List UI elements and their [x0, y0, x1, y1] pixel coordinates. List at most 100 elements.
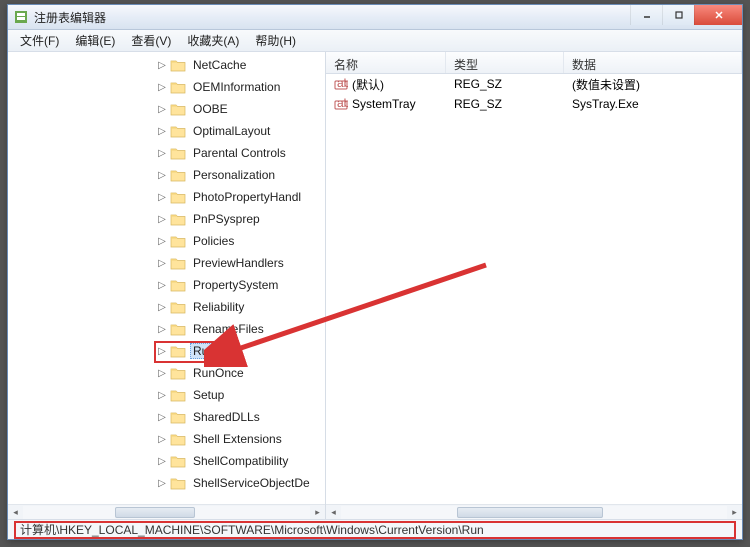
- folder-icon: [170, 300, 186, 314]
- tree-item-netcache[interactable]: ▷ NetCache: [156, 54, 325, 76]
- maximize-button[interactable]: [662, 5, 694, 25]
- scroll-left-icon[interactable]: ◂: [8, 505, 23, 520]
- tree-item-label: Run: [190, 343, 218, 359]
- expander-icon[interactable]: ▷: [156, 257, 168, 269]
- list-row[interactable]: abSystemTrayREG_SZSysTray.Exe: [326, 94, 742, 114]
- tree-item-label: OOBE: [190, 101, 231, 117]
- tree-item-label: ShellCompatibility: [190, 453, 291, 469]
- expander-icon[interactable]: ▷: [156, 433, 168, 445]
- scroll-right-icon[interactable]: ▸: [310, 505, 325, 520]
- tree-item-oobe[interactable]: ▷ OOBE: [156, 98, 325, 120]
- tree-item-label: OEMInformation: [190, 79, 283, 95]
- tree-item-label: NetCache: [190, 57, 249, 73]
- folder-icon: [170, 476, 186, 490]
- tree-item-label: Shell Extensions: [190, 431, 285, 447]
- status-path: 计算机\HKEY_LOCAL_MACHINE\SOFTWARE\Microsof…: [14, 521, 736, 539]
- folder-icon: [170, 58, 186, 72]
- reg-string-icon: ab: [334, 97, 348, 111]
- folder-icon: [170, 454, 186, 468]
- list-h-scrollbar[interactable]: ◂ ▸: [326, 504, 742, 519]
- app-icon: [13, 9, 29, 25]
- expander-icon[interactable]: ▷: [156, 345, 168, 357]
- close-button[interactable]: [694, 5, 742, 25]
- expander-icon[interactable]: ▷: [156, 81, 168, 93]
- expander-icon[interactable]: ▷: [156, 301, 168, 313]
- folder-icon: [170, 322, 186, 336]
- expander-icon[interactable]: ▷: [156, 235, 168, 247]
- window-title: 注册表编辑器: [34, 9, 106, 26]
- expander-icon[interactable]: ▷: [156, 103, 168, 115]
- value-type: REG_SZ: [446, 95, 564, 113]
- tree-item-pnpsysprep[interactable]: ▷PnPSysprep: [156, 208, 325, 230]
- scroll-right-icon[interactable]: ▸: [727, 505, 742, 520]
- tree-item-run[interactable]: ▷ Run: [156, 340, 325, 362]
- minimize-button[interactable]: [630, 5, 662, 25]
- expander-icon[interactable]: ▷: [156, 455, 168, 467]
- value-data: (数值未设置): [564, 74, 742, 95]
- tree-item-label: PreviewHandlers: [190, 255, 287, 271]
- tree-item-label: Reliability: [190, 299, 247, 315]
- tree-item-shell-extensions[interactable]: ▷ Shell Extensions: [156, 428, 325, 450]
- value-name: SystemTray: [352, 97, 416, 111]
- scroll-left-icon[interactable]: ◂: [326, 505, 341, 520]
- tree-item-optimallayout[interactable]: ▷OptimalLayout: [156, 120, 325, 142]
- tree-pane[interactable]: ▷ NetCache ▷ OEMInformation ▷ OOBE ▷OptimalLay…: [8, 52, 326, 519]
- menu-file[interactable]: 文件(F): [12, 29, 67, 52]
- folder-icon: [170, 168, 186, 182]
- folder-icon: [170, 146, 186, 160]
- expander-icon[interactable]: ▷: [156, 411, 168, 423]
- tree-item-label: Setup: [190, 387, 227, 403]
- expander-icon[interactable]: ▷: [156, 125, 168, 137]
- tree-item-reliability[interactable]: ▷ Reliability: [156, 296, 325, 318]
- expander-icon[interactable]: ▷: [156, 169, 168, 181]
- expander-icon[interactable]: ▷: [156, 213, 168, 225]
- list-pane[interactable]: 名称 类型 数据 ab(默认)REG_SZ(数值未设置)abSystemTray…: [326, 52, 742, 519]
- tree-item-oeminformation[interactable]: ▷ OEMInformation: [156, 76, 325, 98]
- tree-item-renamefiles[interactable]: ▷ RenameFiles: [156, 318, 325, 340]
- expander-icon[interactable]: ▷: [156, 389, 168, 401]
- expander-icon[interactable]: ▷: [156, 367, 168, 379]
- svg-text:ab: ab: [337, 77, 348, 90]
- tree-item-label: Parental Controls: [190, 145, 289, 161]
- menu-help[interactable]: 帮助(H): [247, 29, 304, 52]
- expander-icon[interactable]: ▷: [156, 191, 168, 203]
- folder-icon: [170, 278, 186, 292]
- tree-item-parental-controls[interactable]: ▷ Parental Controls: [156, 142, 325, 164]
- tree-item-previewhandlers[interactable]: ▷ PreviewHandlers: [156, 252, 325, 274]
- tree-item-label: ShellServiceObjectDe: [190, 475, 313, 491]
- expander-icon[interactable]: ▷: [156, 477, 168, 489]
- tree-item-label: RenameFiles: [190, 321, 267, 337]
- menu-view[interactable]: 查看(V): [123, 29, 179, 52]
- folder-icon: [170, 102, 186, 116]
- list-row[interactable]: ab(默认)REG_SZ(数值未设置): [326, 74, 742, 94]
- tree-item-runonce[interactable]: ▷RunOnce: [156, 362, 325, 384]
- folder-icon: [170, 366, 186, 380]
- value-type: REG_SZ: [446, 75, 564, 93]
- tree-item-propertysystem[interactable]: ▷PropertySystem: [156, 274, 325, 296]
- tree-item-shellcompatibility[interactable]: ▷ ShellCompatibility: [156, 450, 325, 472]
- tree-item-personalization[interactable]: ▷Personalization: [156, 164, 325, 186]
- tree-h-scrollbar[interactable]: ◂ ▸: [8, 504, 325, 519]
- col-head-name[interactable]: 名称: [326, 52, 446, 73]
- menu-edit[interactable]: 编辑(E): [67, 29, 123, 52]
- expander-icon[interactable]: ▷: [156, 147, 168, 159]
- tree-item-policies[interactable]: ▷Policies: [156, 230, 325, 252]
- titlebar[interactable]: 注册表编辑器: [8, 5, 742, 30]
- menu-favorites[interactable]: 收藏夹(A): [179, 29, 247, 52]
- folder-icon: [170, 432, 186, 446]
- tree-item-shareddlls[interactable]: ▷SharedDLLs: [156, 406, 325, 428]
- folder-icon: [170, 124, 186, 138]
- expander-icon[interactable]: ▷: [156, 279, 168, 291]
- tree-item-setup[interactable]: ▷ Setup: [156, 384, 325, 406]
- folder-icon: [170, 212, 186, 226]
- folder-icon: [170, 80, 186, 94]
- col-head-type[interactable]: 类型: [446, 52, 564, 73]
- expander-icon[interactable]: ▷: [156, 323, 168, 335]
- tree-item-shellserviceobjectde[interactable]: ▷ ShellServiceObjectDe: [156, 472, 325, 494]
- window-controls: [630, 5, 742, 25]
- client-area: ▷ NetCache ▷ OEMInformation ▷ OOBE ▷OptimalLay…: [8, 52, 742, 519]
- col-head-data[interactable]: 数据: [564, 52, 742, 73]
- tree-item-photopropertyhandl[interactable]: ▷PhotoPropertyHandl: [156, 186, 325, 208]
- svg-text:ab: ab: [337, 97, 348, 110]
- expander-icon[interactable]: ▷: [156, 59, 168, 71]
